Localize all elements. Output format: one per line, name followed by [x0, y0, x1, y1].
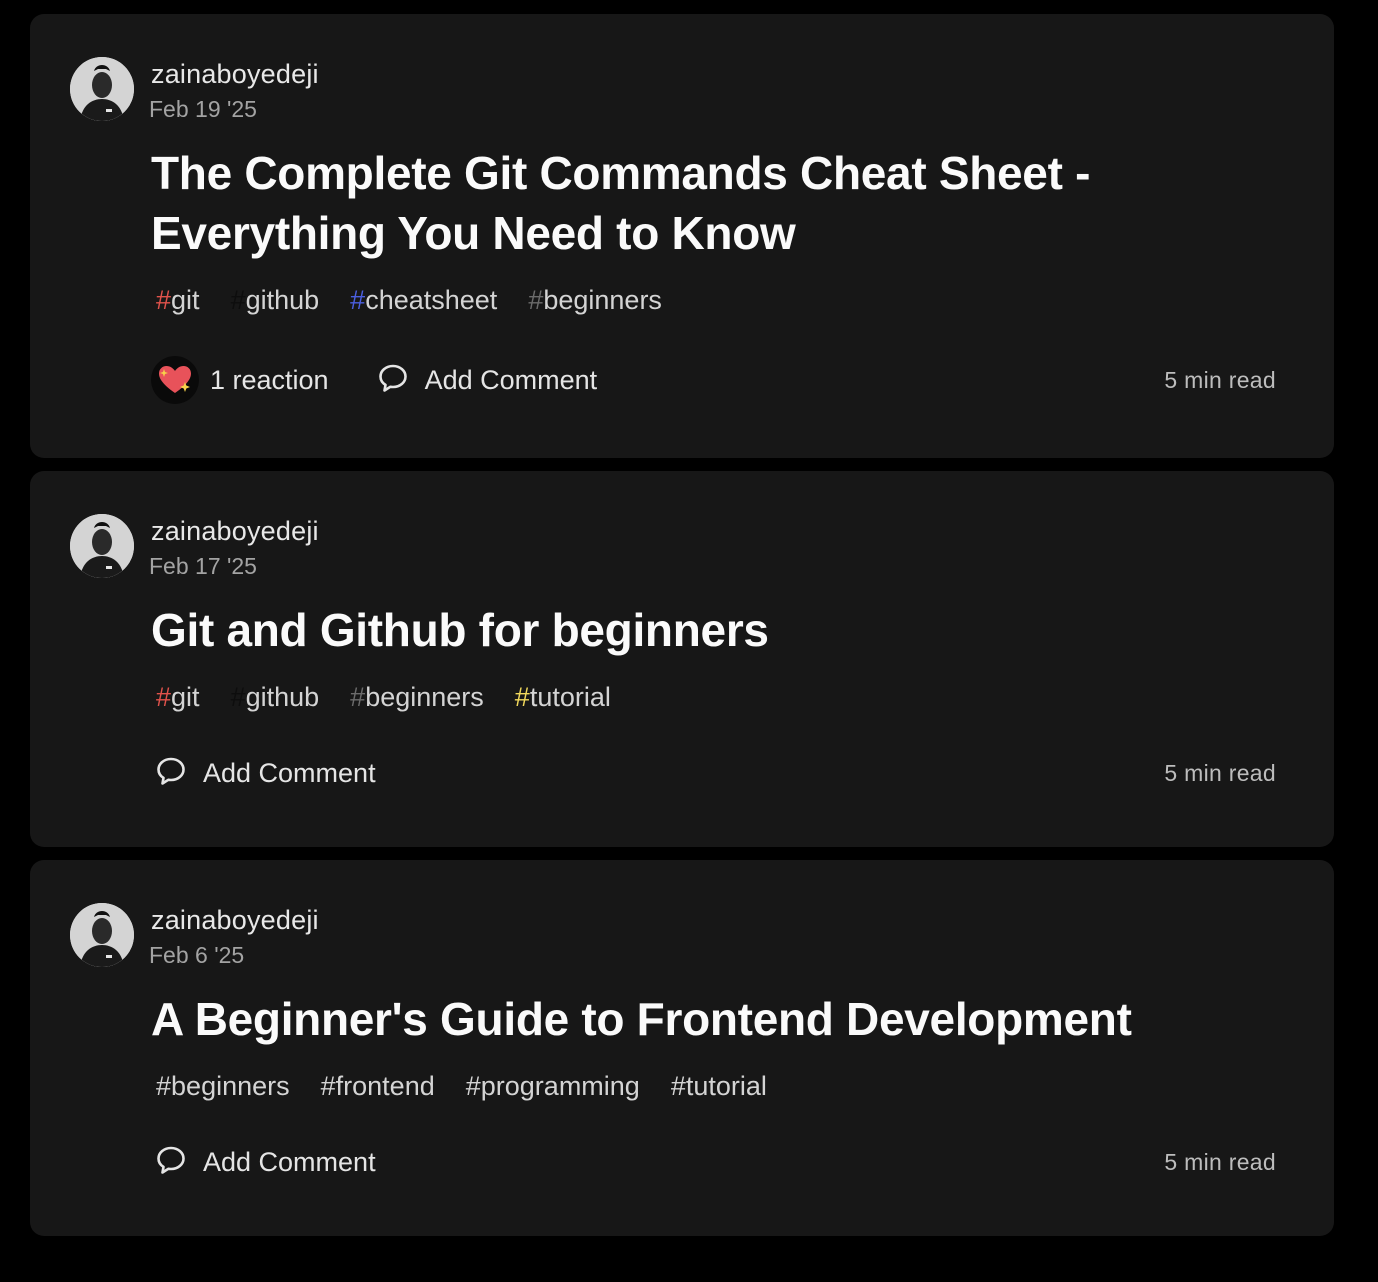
post-card[interactable]: zainaboyedeji Feb 19 '25 The Complete Gi… [30, 14, 1334, 458]
tag-label: cheatsheet [365, 285, 498, 315]
add-comment-label: Add Comment [424, 364, 598, 395]
post-title[interactable]: Git and Github for beginners [151, 600, 769, 660]
tag-hash: # [350, 285, 366, 315]
tag-hash: # [230, 285, 246, 315]
tag-label: github [245, 285, 320, 315]
post-title[interactable]: A Beginner's Guide to Frontend Developme… [151, 989, 1132, 1049]
tag-label: github [245, 682, 320, 712]
sparkle-heart-icon [151, 356, 199, 404]
tag-hash: # [528, 285, 544, 315]
tag-hash: # [156, 285, 172, 315]
tag-link[interactable]: #git [156, 679, 200, 715]
tag-link[interactable]: #tutorial [671, 1068, 767, 1104]
post-date[interactable]: Feb 19 '25 [149, 94, 319, 124]
post-title[interactable]: The Complete Git Commands Cheat Sheet - … [151, 143, 1211, 263]
comment-bubble-icon [155, 755, 187, 792]
tag-link[interactable]: #cheatsheet [350, 282, 497, 318]
add-comment-button[interactable]: Add Comment [377, 362, 598, 399]
read-time: 5 min read [1164, 759, 1276, 786]
comment-bubble-icon [155, 1144, 187, 1181]
post-footer: Add Comment 5 min read [151, 1137, 1276, 1187]
author-row: zainaboyedeji Feb 6 '25 [70, 903, 319, 970]
tag-hash: # [230, 682, 246, 712]
comment-bubble-icon [377, 362, 409, 399]
add-comment-button[interactable]: Add Comment [155, 1144, 376, 1181]
reactions-button[interactable]: 1 reaction [151, 356, 329, 404]
tag-link[interactable]: #tutorial [515, 679, 611, 715]
tag-list: #git #github #beginners #tutorial [156, 679, 642, 715]
tag-list: #git #github #cheatsheet #beginners [156, 282, 693, 318]
tag-link[interactable]: #programming [466, 1068, 640, 1104]
tag-link[interactable]: #git [156, 282, 200, 318]
author-name[interactable]: zainaboyedeji [151, 58, 319, 90]
post-footer: 1 reaction Add Comment 5 min read [151, 355, 1276, 405]
tag-hash: # [465, 1071, 481, 1101]
tag-hash: # [320, 1071, 336, 1101]
author-name[interactable]: zainaboyedeji [151, 515, 319, 547]
tag-hash: # [670, 1071, 686, 1101]
tag-label: git [171, 682, 200, 712]
tag-link[interactable]: #github [231, 679, 320, 715]
tag-label: beginners [171, 1071, 290, 1101]
tag-label: beginners [543, 285, 662, 315]
read-time: 5 min read [1164, 1148, 1276, 1175]
add-comment-label: Add Comment [203, 1146, 376, 1177]
tag-list: #beginners #frontend #programming #tutor… [156, 1068, 798, 1104]
read-time: 5 min read [1164, 366, 1276, 393]
tag-hash: # [350, 682, 366, 712]
tag-label: tutorial [529, 682, 611, 712]
tag-link[interactable]: #github [231, 282, 320, 318]
post-footer: Add Comment 5 min read [151, 748, 1276, 798]
post-card[interactable]: zainaboyedeji Feb 17 '25 Git and Github … [30, 471, 1334, 847]
tag-link[interactable]: #beginners [156, 1068, 290, 1104]
tag-label: tutorial [685, 1071, 767, 1101]
author-row: zainaboyedeji Feb 17 '25 [70, 514, 319, 581]
tag-link[interactable]: #beginners [350, 679, 484, 715]
post-date[interactable]: Feb 6 '25 [149, 940, 319, 970]
post-card[interactable]: zainaboyedeji Feb 6 '25 A Beginner's Gui… [30, 860, 1334, 1236]
add-comment-label: Add Comment [203, 757, 376, 788]
tag-link[interactable]: #beginners [528, 282, 662, 318]
author-name[interactable]: zainaboyedeji [151, 904, 319, 936]
tag-label: frontend [335, 1071, 435, 1101]
author-row: zainaboyedeji Feb 19 '25 [70, 57, 319, 124]
tag-label: beginners [365, 682, 484, 712]
tag-label: git [171, 285, 200, 315]
post-feed: zainaboyedeji Feb 19 '25 The Complete Gi… [30, 14, 1334, 1249]
tag-hash: # [156, 1071, 172, 1101]
author-avatar[interactable] [70, 57, 134, 121]
tag-label: programming [480, 1071, 640, 1101]
tag-hash: # [156, 682, 172, 712]
author-avatar[interactable] [70, 903, 134, 967]
author-avatar[interactable] [70, 514, 134, 578]
reaction-count: 1 reaction [210, 364, 329, 395]
add-comment-button[interactable]: Add Comment [155, 755, 376, 792]
post-date[interactable]: Feb 17 '25 [149, 551, 319, 581]
tag-link[interactable]: #frontend [321, 1068, 435, 1104]
tag-hash: # [514, 682, 530, 712]
